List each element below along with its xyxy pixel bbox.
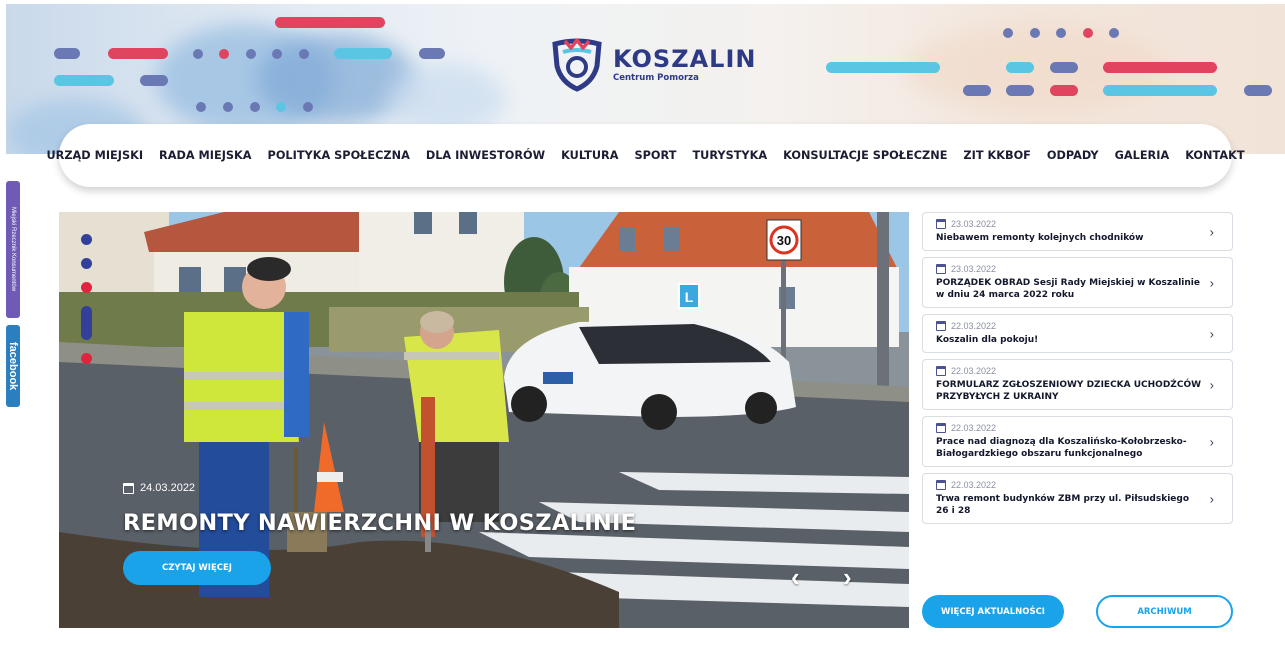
nav-item-galeria[interactable]: GALERIA <box>1115 149 1170 162</box>
news-date: 23.03.2022 <box>951 219 997 229</box>
news-title: FORMULARZ ZGŁOSZENIOWY DZIECKA UCHODŹCÓW… <box>936 380 1202 402</box>
archive-button[interactable]: ARCHIWUM <box>1096 595 1233 628</box>
logo-title: KOSZALIN <box>613 44 757 73</box>
news-item[interactable]: 23.03.2022 PORZĄDEK OBRAD Sesji Rady Mie… <box>922 257 1233 308</box>
news-title: Prace nad diagnozą dla Koszalińsko-Kołob… <box>936 437 1187 459</box>
logo-tagline: Centrum Pomorza <box>613 72 699 83</box>
news-item[interactable]: 22.03.2022 Koszalin dla pokoju! › <box>922 314 1233 353</box>
calendar-icon <box>936 366 946 376</box>
chevron-right-icon: › <box>1209 326 1214 341</box>
hero-slider: 30 L 24.03.2022 REMONTY NAWIERZCHNI W KO… <box>59 212 909 628</box>
nav-item-rada-miejska[interactable]: RADA MIEJSKA <box>159 149 252 162</box>
calendar-icon <box>123 482 134 494</box>
nav-item-urzad-miejski[interactable]: URZĄD MIEJSKI <box>46 149 143 162</box>
read-more-button[interactable]: CZYTAJ WIĘCEJ <box>123 551 271 585</box>
news-item[interactable]: 22.03.2022 FORMULARZ ZGŁOSZENIOWY DZIECK… <box>922 359 1233 410</box>
calendar-icon <box>936 423 946 433</box>
news-title: PORZĄDEK OBRAD Sesji Rady Miejskiej w Ko… <box>936 278 1200 300</box>
side-tab-facebook[interactable]: facebook <box>6 325 20 407</box>
nav-item-turystyka[interactable]: TURYSTYKA <box>692 149 767 162</box>
news-title: Niebawem remonty kolejnych chodników <box>936 233 1144 243</box>
nav-item-sport[interactable]: SPORT <box>635 149 677 162</box>
calendar-icon <box>936 264 946 274</box>
chevron-left-icon[interactable]: ‹ <box>791 564 800 590</box>
news-title: Koszalin dla pokoju! <box>936 335 1039 345</box>
nav-item-odpady[interactable]: ODPADY <box>1047 149 1099 162</box>
news-item[interactable]: 22.03.2022 Prace nad diagnozą dla Koszal… <box>922 416 1233 467</box>
main-navigation: URZĄD MIEJSKI RADA MIEJSKA POLITYKA SPOŁ… <box>46 124 1245 187</box>
chevron-right-icon: › <box>1209 275 1214 290</box>
slide-dot-active[interactable] <box>80 306 92 340</box>
news-date: 22.03.2022 <box>951 321 997 331</box>
nav-item-polityka-spoleczna[interactable]: POLITYKA SPOŁECZNA <box>268 149 410 162</box>
hero-date-text: 24.03.2022 <box>140 482 196 494</box>
chevron-right-icon[interactable]: › <box>843 564 852 590</box>
news-date: 22.03.2022 <box>951 423 997 433</box>
nav-item-dla-inwestorow[interactable]: DLA INWESTORÓW <box>426 149 545 162</box>
side-tab-label: Miejski Rzecznik Konsumentów <box>10 207 16 292</box>
slide-dot[interactable] <box>80 258 92 269</box>
nav-item-kultura[interactable]: KULTURA <box>561 149 618 162</box>
nav-item-zit-kkbof[interactable]: ZIT KKBOF <box>963 149 1030 162</box>
news-date: 22.03.2022 <box>951 480 997 490</box>
news-title: Trwa remont budynków ZBM przy ul. Piłsud… <box>936 494 1190 516</box>
site-logo[interactable]: KOSZALIN Centrum Pomorza <box>549 36 757 92</box>
news-date: 22.03.2022 <box>951 366 997 376</box>
news-item[interactable]: 22.03.2022 Trwa remont budynków ZBM przy… <box>922 473 1233 524</box>
slide-dot[interactable] <box>80 353 92 364</box>
side-tab-consumer-ombudsman[interactable]: Miejski Rzecznik Konsumentów <box>6 181 20 318</box>
learner-driver-sign: L <box>685 289 694 305</box>
slide-dot[interactable] <box>80 282 92 293</box>
slide-dot[interactable] <box>80 234 92 245</box>
chevron-right-icon: › <box>1209 434 1214 449</box>
chevron-right-icon: › <box>1209 491 1214 506</box>
nav-item-konsultacje[interactable]: KONSULTACJE SPOŁECZNE <box>783 149 947 162</box>
chevron-right-icon: › <box>1209 224 1214 239</box>
facebook-label: facebook <box>7 341 19 391</box>
hero-date: 24.03.2022 <box>123 482 195 494</box>
nav-item-kontakt[interactable]: KONTAKT <box>1185 149 1244 162</box>
speed-limit-sign: 30 <box>777 233 791 248</box>
koszalin-crest-icon <box>552 38 602 92</box>
news-item[interactable]: 23.03.2022 Niebawem remonty kolejnych ch… <box>922 212 1233 251</box>
more-news-button[interactable]: WIĘCEJ AKTUALNOŚCI <box>922 595 1064 628</box>
calendar-icon <box>936 321 946 331</box>
slider-pagination <box>79 234 93 377</box>
news-date: 23.03.2022 <box>951 264 997 274</box>
chevron-right-icon: › <box>1209 377 1214 392</box>
news-list: 23.03.2022 Niebawem remonty kolejnych ch… <box>922 212 1233 530</box>
hero-title[interactable]: REMONTY NAWIERZCHNI W KOSZALINIE <box>123 510 636 536</box>
calendar-icon <box>936 219 946 229</box>
calendar-icon <box>936 480 946 490</box>
